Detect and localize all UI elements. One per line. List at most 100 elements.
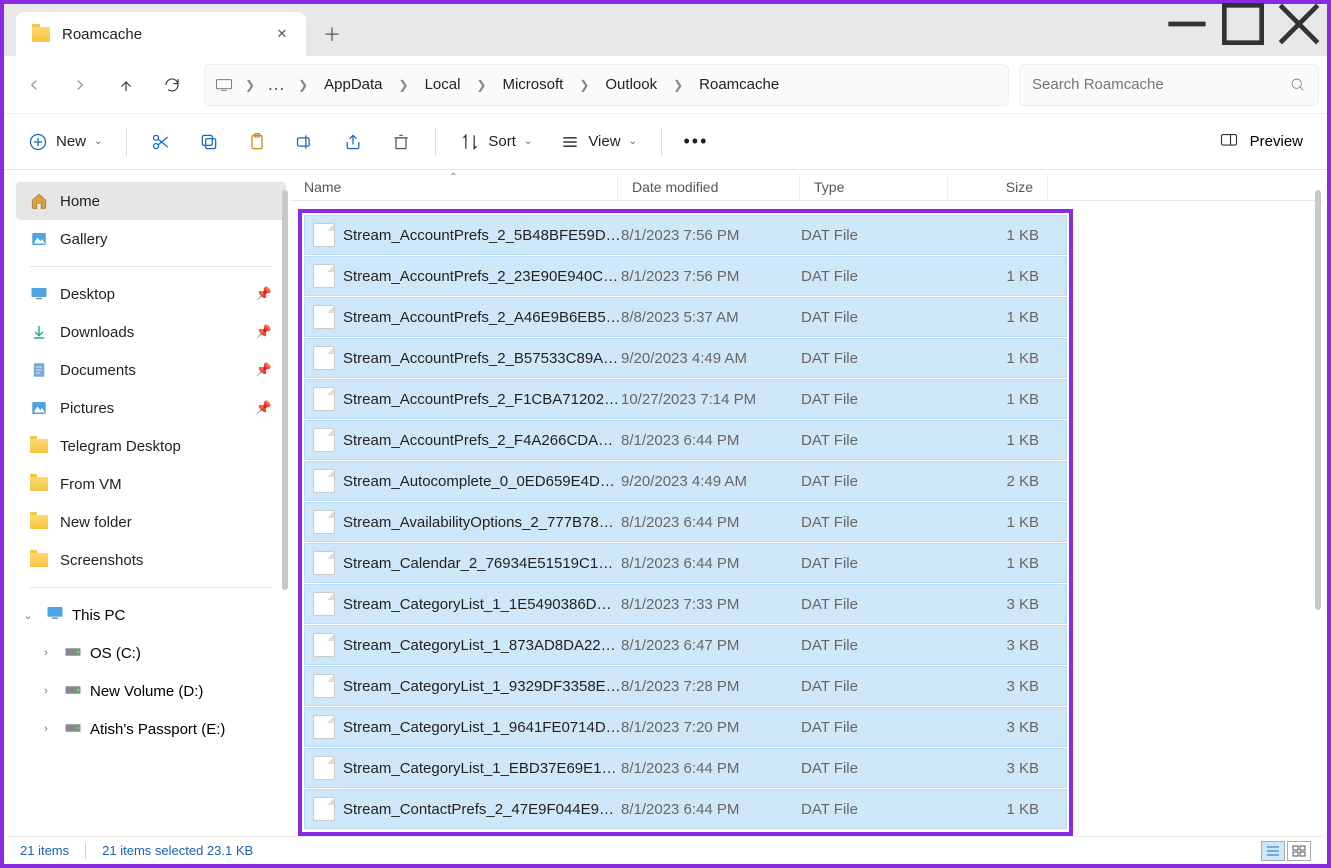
- address-bar[interactable]: ❯ … ❯ AppData ❯ Local ❯ Microsoft ❯ Outl…: [204, 64, 1009, 106]
- up-button[interactable]: [104, 63, 148, 107]
- close-tab-icon[interactable]: ✕: [274, 26, 290, 42]
- file-row[interactable]: Stream_AvailabilityOptions_2_777B78CE0..…: [304, 502, 1067, 542]
- chevron-right-icon[interactable]: ›: [36, 685, 56, 697]
- scrollbar-thumb[interactable]: [1315, 190, 1321, 610]
- file-row[interactable]: Stream_CategoryList_1_1E5490386DD152...8…: [304, 584, 1067, 624]
- navigation-row: ❯ … ❯ AppData ❯ Local ❯ Microsoft ❯ Outl…: [4, 56, 1327, 114]
- file-name: Stream_AccountPrefs_2_F1CBA71202957...: [343, 391, 621, 408]
- file-row[interactable]: Stream_AccountPrefs_2_F1CBA71202957...10…: [304, 379, 1067, 419]
- file-icon: [313, 305, 335, 329]
- file-type: DAT File: [801, 309, 947, 326]
- share-button[interactable]: [331, 122, 375, 162]
- nav-gallery[interactable]: Gallery: [16, 220, 286, 258]
- nav-quick-pictures[interactable]: Pictures📌: [16, 389, 286, 427]
- file-name: Stream_Calendar_2_76934E51519C1A4EA...: [343, 555, 621, 572]
- divider: [85, 843, 86, 859]
- chevron-right-icon[interactable]: ❯: [292, 78, 314, 92]
- nav-drive[interactable]: ›Atish's Passport (E:): [16, 710, 286, 748]
- file-type: DAT File: [801, 555, 947, 572]
- nav-this-pc[interactable]: ⌄ This PC: [16, 596, 286, 634]
- details-view-button[interactable]: [1261, 841, 1285, 861]
- file-type: DAT File: [801, 514, 947, 531]
- file-row[interactable]: Stream_AccountPrefs_2_A46E9B6EB5DB2...8/…: [304, 297, 1067, 337]
- file-row[interactable]: Stream_CategoryList_1_EBD37E69E185B6...8…: [304, 748, 1067, 788]
- breadcrumb-roamcache[interactable]: Roamcache: [695, 72, 783, 97]
- sort-button[interactable]: Sort ⌄: [448, 122, 544, 162]
- nav-quick-telegram-desktop[interactable]: Telegram Desktop: [16, 427, 286, 465]
- chevron-right-icon[interactable]: ❯: [393, 78, 415, 92]
- file-type: DAT File: [801, 268, 947, 285]
- file-row[interactable]: Stream_Autocomplete_0_0ED659E4DCE5...9/2…: [304, 461, 1067, 501]
- chevron-right-icon[interactable]: ❯: [667, 78, 689, 92]
- file-row[interactable]: Stream_CategoryList_1_9329DF3358E801...8…: [304, 666, 1067, 706]
- file-icon: [313, 346, 335, 370]
- file-row[interactable]: Stream_AccountPrefs_2_23E90E940C61A...8/…: [304, 256, 1067, 296]
- file-type: DAT File: [801, 596, 947, 613]
- folder-icon: [30, 437, 48, 455]
- folder-icon: [30, 513, 48, 531]
- nav-quick-new-folder[interactable]: New folder: [16, 503, 286, 541]
- view-button[interactable]: View ⌄: [548, 122, 649, 162]
- nav-home[interactable]: Home: [16, 182, 286, 220]
- search-input[interactable]: [1032, 76, 1282, 93]
- file-row[interactable]: Stream_CategoryList_1_873AD8DA2220E...8/…: [304, 625, 1067, 665]
- search-box[interactable]: [1019, 64, 1319, 106]
- column-date[interactable]: Date modified: [618, 174, 800, 200]
- file-row[interactable]: Stream_ContactPrefs_2_47E9F044E95CA0...8…: [304, 789, 1067, 829]
- nav-quick-from-vm[interactable]: From VM: [16, 465, 286, 503]
- scrollbar-thumb[interactable]: [282, 190, 288, 590]
- rename-button[interactable]: [283, 122, 327, 162]
- breadcrumb-local[interactable]: Local: [421, 72, 465, 97]
- new-tab-button[interactable]: ＋: [316, 18, 348, 50]
- file-row[interactable]: Stream_Calendar_2_76934E51519C1A4EA...8/…: [304, 543, 1067, 583]
- cut-button[interactable]: [139, 122, 183, 162]
- refresh-button[interactable]: [150, 63, 194, 107]
- nav-item-label: Downloads: [60, 324, 134, 341]
- nav-quick-desktop[interactable]: Desktop📌: [16, 275, 286, 313]
- column-type[interactable]: Type: [800, 174, 948, 200]
- file-name: Stream_AccountPrefs_2_23E90E940C61A...: [343, 268, 621, 285]
- desktop-icon: [30, 285, 48, 303]
- chevron-right-icon[interactable]: ›: [36, 647, 56, 659]
- nav-drive[interactable]: ›OS (C:): [16, 634, 286, 672]
- file-type: DAT File: [801, 391, 947, 408]
- home-icon: [30, 192, 48, 210]
- thumbnails-view-button[interactable]: [1287, 841, 1311, 861]
- new-button[interactable]: New ⌄: [16, 122, 114, 162]
- copy-icon: [199, 132, 219, 152]
- breadcrumb-microsoft[interactable]: Microsoft: [498, 72, 567, 97]
- breadcrumb-outlook[interactable]: Outlook: [601, 72, 661, 97]
- back-button[interactable]: [12, 63, 56, 107]
- nav-quick-screenshots[interactable]: Screenshots: [16, 541, 286, 579]
- file-row[interactable]: Stream_AccountPrefs_2_5B48BFE59D2DD...8/…: [304, 215, 1067, 255]
- file-type: DAT File: [801, 473, 947, 490]
- delete-button[interactable]: [379, 122, 423, 162]
- column-size[interactable]: Size: [948, 174, 1048, 200]
- forward-button[interactable]: [58, 63, 102, 107]
- chevron-down-icon[interactable]: ⌄: [18, 609, 38, 622]
- file-row[interactable]: Stream_AccountPrefs_2_F4A266CDA355E...8/…: [304, 420, 1067, 460]
- chevron-right-icon[interactable]: ❯: [239, 78, 261, 92]
- minimize-button[interactable]: [1159, 4, 1215, 44]
- maximize-button[interactable]: [1215, 4, 1271, 44]
- nav-item-label: Screenshots: [60, 552, 143, 569]
- nav-drive[interactable]: ›New Volume (D:): [16, 672, 286, 710]
- copy-button[interactable]: [187, 122, 231, 162]
- chevron-right-icon[interactable]: ›: [36, 723, 56, 735]
- paste-button[interactable]: [235, 122, 279, 162]
- nav-quick-downloads[interactable]: Downloads📌: [16, 313, 286, 351]
- chevron-right-icon[interactable]: ❯: [470, 78, 492, 92]
- breadcrumb-appdata[interactable]: AppData: [320, 72, 386, 97]
- column-name[interactable]: ⌃ Name: [290, 174, 618, 200]
- file-row[interactable]: Stream_CategoryList_1_9641FE0714D609...8…: [304, 707, 1067, 747]
- sort-icon: [460, 132, 480, 152]
- preview-button[interactable]: Preview: [1206, 133, 1315, 151]
- breadcrumb-overflow[interactable]: …: [267, 74, 286, 95]
- close-window-button[interactable]: [1271, 4, 1327, 44]
- file-row[interactable]: Stream_AccountPrefs_2_B57533C89A728...9/…: [304, 338, 1067, 378]
- window-tab[interactable]: Roamcache ✕: [16, 12, 306, 56]
- paste-icon: [247, 132, 267, 152]
- chevron-right-icon[interactable]: ❯: [573, 78, 595, 92]
- nav-quick-documents[interactable]: Documents📌: [16, 351, 286, 389]
- more-button[interactable]: •••: [674, 122, 718, 162]
